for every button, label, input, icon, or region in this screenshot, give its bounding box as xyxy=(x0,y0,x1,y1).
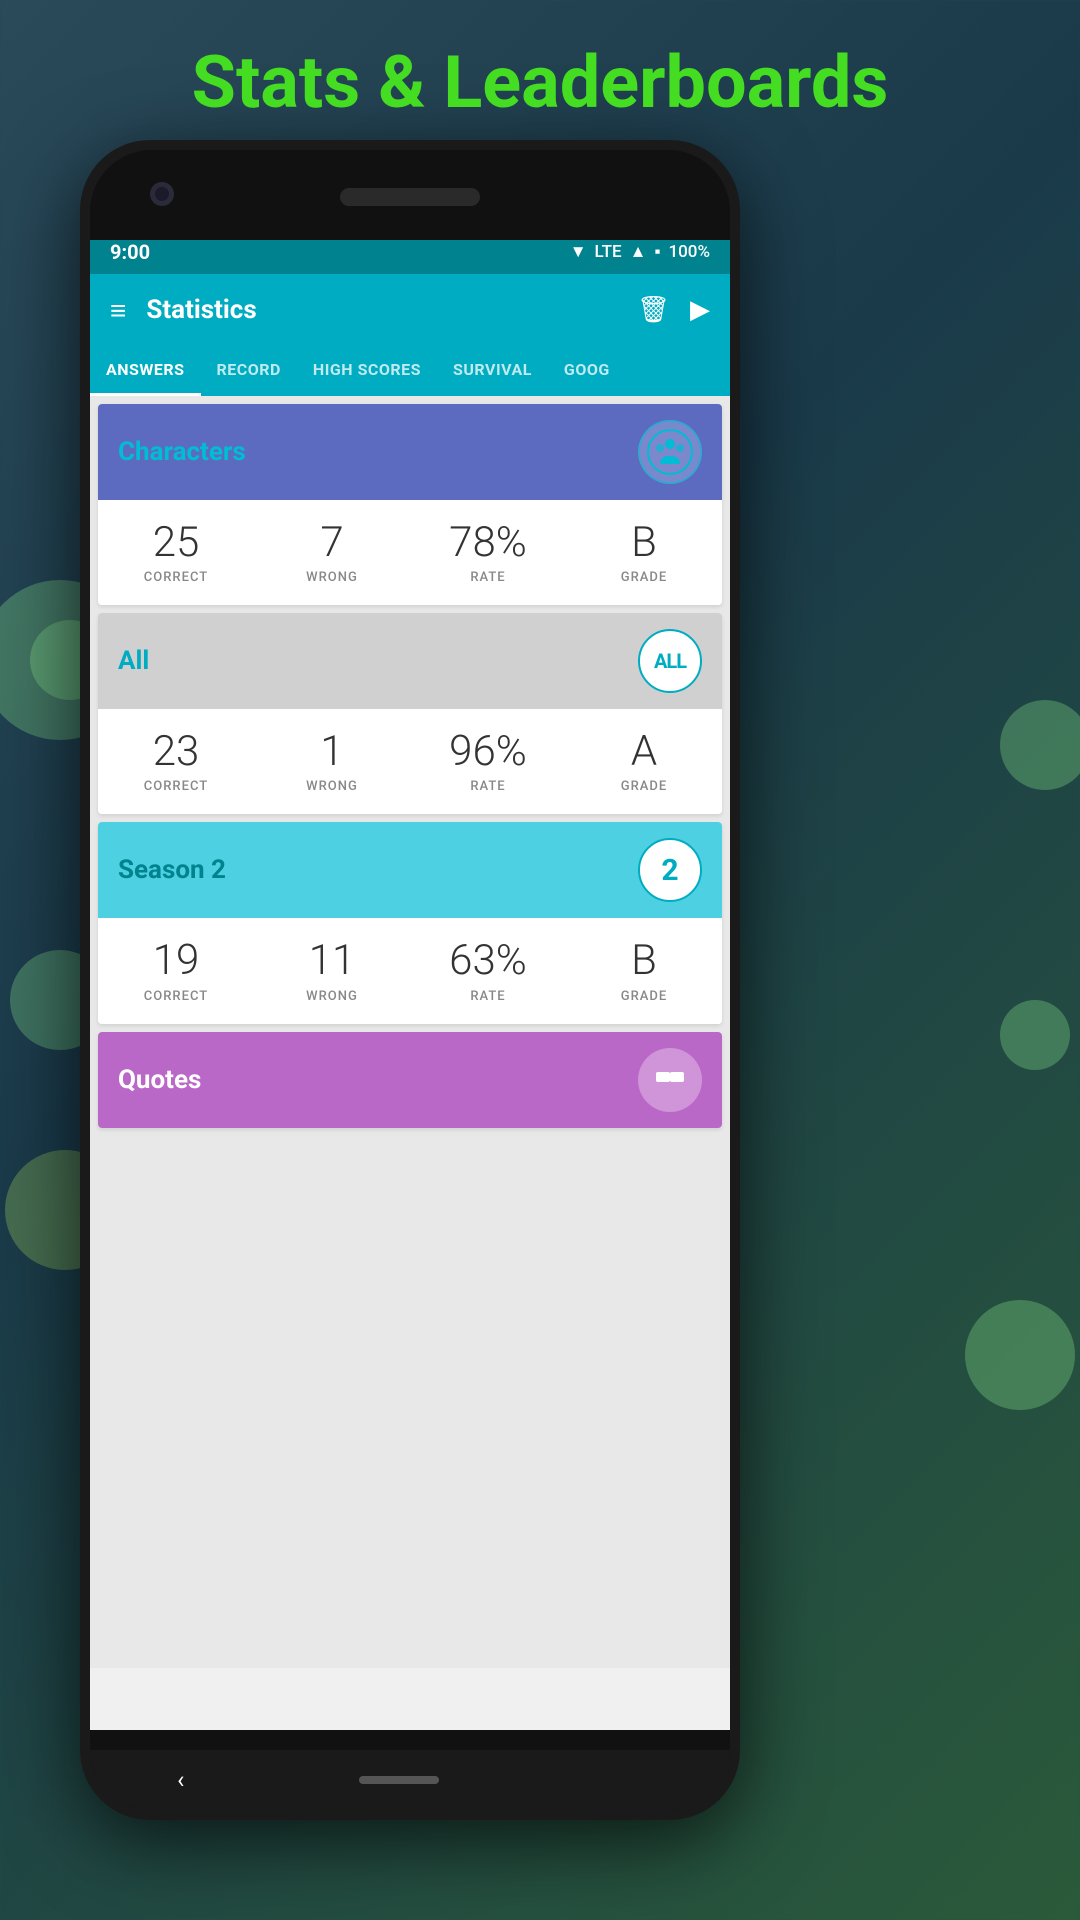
characters-card: Characters xyxy=(98,404,722,605)
phone-inner: 9:00 ▼ LTE ▲ ▪ 100% ≡ Statistics 🗑 ▶ xyxy=(90,150,730,1810)
season2-card-header: Season 2 2 xyxy=(98,822,722,918)
season2-card-title: Season 2 xyxy=(118,855,226,885)
phone-top-bar xyxy=(90,150,730,240)
screen: 9:00 ▼ LTE ▲ ▪ 100% ≡ Statistics 🗑 ▶ xyxy=(90,230,730,1730)
tab-google[interactable]: GOOG xyxy=(548,346,626,393)
all-rate: 96% RATE xyxy=(410,729,566,794)
characters-correct-label: CORRECT xyxy=(98,570,254,585)
season2-correct-label: CORRECT xyxy=(98,989,254,1004)
season2-rate: 63% RATE xyxy=(410,938,566,1003)
characters-icon xyxy=(638,420,702,484)
characters-wrong-label: WRONG xyxy=(254,570,410,585)
bottom-nav: ‹ xyxy=(90,1750,730,1810)
all-grade-value: A xyxy=(566,729,722,775)
season2-grade-value: B xyxy=(566,938,722,984)
status-time: 9:00 xyxy=(110,240,150,264)
signal-icon: ▲ xyxy=(630,242,647,262)
all-correct-value: 23 xyxy=(98,729,254,775)
camera xyxy=(150,182,174,206)
season2-icon: 2 xyxy=(638,838,702,902)
characters-rate: 78% RATE xyxy=(410,520,566,585)
speaker xyxy=(340,188,480,206)
season2-wrong-value: 11 xyxy=(254,938,410,984)
characters-grade: B GRADE xyxy=(566,520,722,585)
quotes-card-title: Quotes xyxy=(118,1065,201,1095)
characters-grade-value: B xyxy=(566,520,722,566)
all-wrong: 1 WRONG xyxy=(254,729,410,794)
phone-frame: 9:00 ▼ LTE ▲ ▪ 100% ≡ Statistics 🗑 ▶ xyxy=(80,140,740,1820)
characters-rate-value: 78% xyxy=(410,520,566,566)
app-bar-title: Statistics xyxy=(146,295,637,325)
characters-rate-label: RATE xyxy=(410,570,566,585)
quotes-card-header: Quotes xyxy=(98,1032,722,1128)
tab-high-scores[interactable]: HIGH SCORES xyxy=(297,346,437,393)
bg-decoration-5 xyxy=(1000,700,1080,790)
content-area: Characters xyxy=(90,396,730,1668)
bg-decoration-6 xyxy=(1000,1000,1070,1070)
camera-lens xyxy=(155,187,169,201)
tab-answers[interactable]: ANSWERS xyxy=(90,346,201,396)
season2-correct-value: 19 xyxy=(98,938,254,984)
network-label: LTE xyxy=(595,242,622,262)
season2-grade: B GRADE xyxy=(566,938,722,1003)
page-heading: Stats & Leaderboards xyxy=(0,40,1080,125)
characters-wrong: 7 WRONG xyxy=(254,520,410,585)
all-grade: A GRADE xyxy=(566,729,722,794)
characters-card-title: Characters xyxy=(118,437,246,467)
quotes-svg xyxy=(652,1062,688,1098)
all-grade-label: GRADE xyxy=(566,779,722,794)
characters-correct: 25 CORRECT xyxy=(98,520,254,585)
all-correct: 23 CORRECT xyxy=(98,729,254,794)
season2-stats: 19 CORRECT 11 WRONG 63% RATE B xyxy=(98,918,722,1023)
season2-card: Season 2 2 19 CORRECT 11 WRONG xyxy=(98,822,722,1023)
all-card-title: All xyxy=(118,646,149,676)
season2-correct: 19 CORRECT xyxy=(98,938,254,1003)
tab-survival[interactable]: SURVIVAL xyxy=(437,346,548,393)
all-icon: ALL xyxy=(638,629,702,693)
all-rate-value: 96% xyxy=(410,729,566,775)
delete-icon[interactable]: 🗑 xyxy=(637,295,670,325)
season2-grade-label: GRADE xyxy=(566,989,722,1004)
tabs-bar: ANSWERS RECORD HIGH SCORES SURVIVAL GOOG xyxy=(90,346,730,396)
app-bar-actions: 🗑 ▶ xyxy=(637,295,710,325)
season2-rate-value: 63% xyxy=(410,938,566,984)
characters-correct-value: 25 xyxy=(98,520,254,566)
characters-wrong-value: 7 xyxy=(254,520,410,566)
all-stats: 23 CORRECT 1 WRONG 96% RATE A xyxy=(98,709,722,814)
all-card-header: All ALL xyxy=(98,613,722,709)
status-right: ▼ LTE ▲ ▪ 100% xyxy=(570,242,710,262)
all-wrong-value: 1 xyxy=(254,729,410,775)
quotes-card: Quotes xyxy=(98,1032,722,1128)
all-correct-label: CORRECT xyxy=(98,779,254,794)
bg-decoration-7 xyxy=(965,1300,1075,1410)
hamburger-menu-icon[interactable]: ≡ xyxy=(110,294,126,327)
play-icon[interactable]: ▶ xyxy=(690,295,710,325)
quotes-icon xyxy=(638,1048,702,1112)
characters-grade-label: GRADE xyxy=(566,570,722,585)
season2-rate-label: RATE xyxy=(410,989,566,1004)
app-bar: ≡ Statistics 🗑 ▶ xyxy=(90,274,730,346)
characters-card-header: Characters xyxy=(98,404,722,500)
battery-icon: ▪ xyxy=(654,242,660,262)
season2-wrong: 11 WRONG xyxy=(254,938,410,1003)
tab-record[interactable]: RECORD xyxy=(201,346,297,393)
season2-wrong-label: WRONG xyxy=(254,989,410,1004)
battery-label: 100% xyxy=(668,242,710,262)
all-rate-label: RATE xyxy=(410,779,566,794)
home-indicator[interactable] xyxy=(359,1776,439,1784)
characters-stats: 25 CORRECT 7 WRONG 78% RATE B xyxy=(98,500,722,605)
wifi-icon: ▼ xyxy=(570,242,587,262)
back-button[interactable]: ‹ xyxy=(177,1766,184,1794)
characters-svg xyxy=(646,428,694,476)
all-card: All ALL 23 CORRECT 1 WRONG 96% xyxy=(98,613,722,814)
all-wrong-label: WRONG xyxy=(254,779,410,794)
